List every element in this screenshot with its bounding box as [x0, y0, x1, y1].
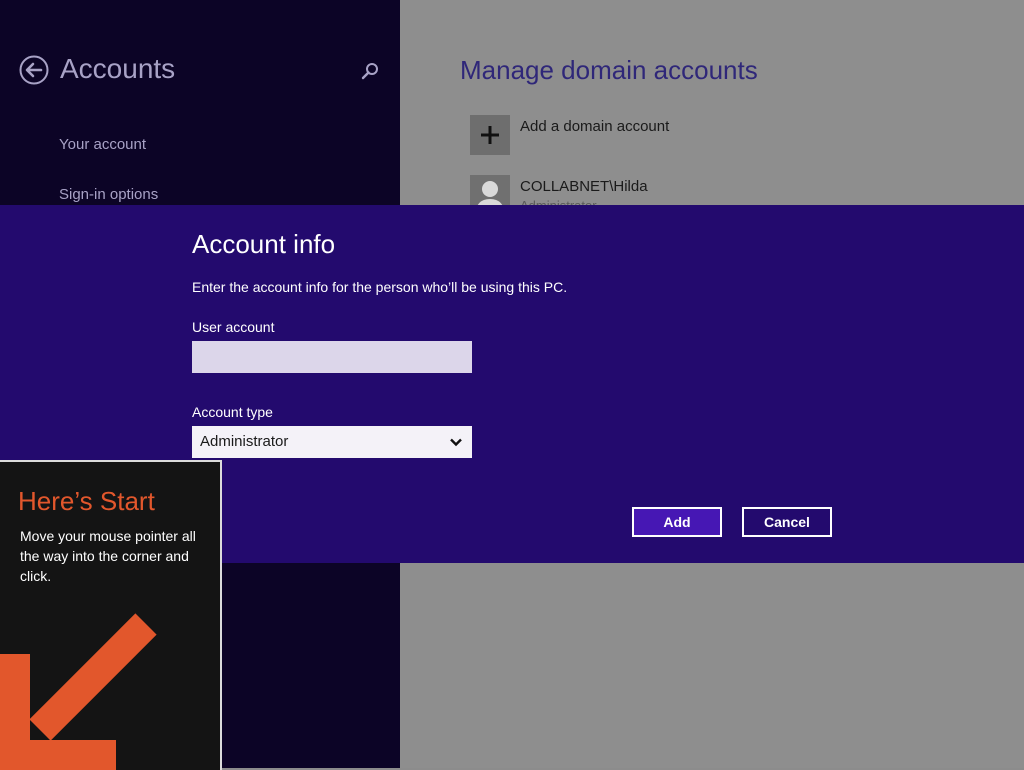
nav-item-sign-in-options[interactable]: Sign-in options: [59, 186, 158, 203]
start-tip-panel: Here’s Start Move your mouse pointer all…: [0, 460, 222, 770]
nav-item-your-account[interactable]: Your account: [59, 136, 146, 153]
tip-title: Here’s Start: [18, 486, 155, 516]
tip-body: Move your mouse pointer all the way into…: [20, 528, 196, 584]
account-type-select[interactable]: Administrator: [192, 426, 472, 458]
plus-icon: [481, 126, 499, 144]
dialog-description: Enter the account info for the person wh…: [192, 279, 568, 295]
user-account-input[interactable]: [192, 341, 472, 373]
section-title: Manage domain accounts: [460, 55, 758, 85]
dialog-title: Account info: [192, 229, 336, 259]
add-button[interactable]: Add: [632, 507, 722, 537]
user-account-label: User account: [192, 319, 275, 335]
account-name[interactable]: COLLABNET\Hilda: [520, 178, 648, 195]
add-domain-account-button[interactable]: [470, 115, 510, 155]
page-title: Accounts: [60, 53, 176, 84]
search-icon[interactable]: [359, 60, 381, 82]
chevron-down-icon: [450, 438, 462, 447]
back-arrow-icon[interactable]: [19, 55, 49, 85]
add-domain-account-label[interactable]: Add a domain account: [520, 118, 669, 135]
cancel-button[interactable]: Cancel: [742, 507, 832, 537]
account-type-value: Administrator: [200, 433, 289, 450]
account-type-label: Account type: [192, 404, 273, 420]
corner-arrow-icon: [0, 613, 157, 770]
